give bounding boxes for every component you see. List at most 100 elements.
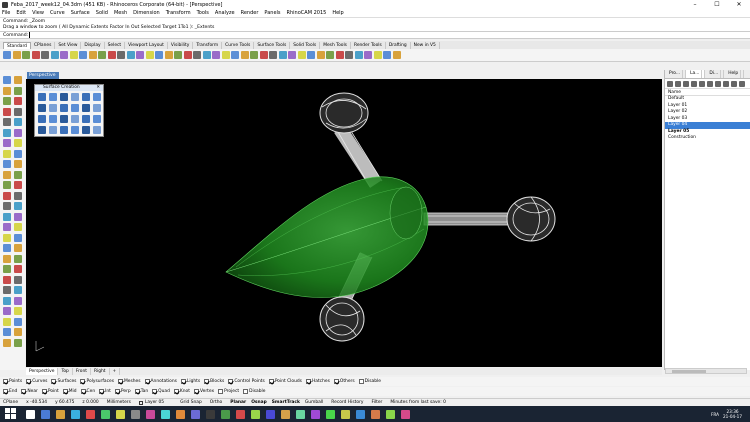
maximize-button[interactable]: ☐ [706, 0, 728, 9]
left-tool-icon[interactable] [3, 97, 11, 105]
left-tool-icon[interactable] [14, 149, 22, 158]
toolbar-tab[interactable]: Select [105, 42, 126, 49]
left-tool-icon[interactable] [14, 338, 22, 347]
checkbox-meshes[interactable]: Meshes [117, 379, 141, 384]
left-tool-icon[interactable] [3, 328, 11, 336]
checkbox-lights[interactable]: Lights [180, 379, 200, 384]
windows-start-icon[interactable] [5, 408, 17, 420]
left-tool-icon[interactable] [3, 191, 11, 200]
toolbar-button-icon[interactable] [316, 51, 325, 59]
left-tool-icon[interactable] [3, 139, 11, 147]
toolbar-button-icon[interactable] [50, 51, 59, 59]
move-down-icon[interactable] [699, 80, 705, 87]
viewport-title[interactable]: Perspective ▾ [27, 72, 59, 85]
checkbox-annotations[interactable]: Annotations [144, 379, 177, 384]
toolbar-button-icon[interactable] [250, 51, 258, 59]
checkbox-box[interactable] [99, 389, 105, 394]
toolbar-tab[interactable]: CPlanes [31, 42, 56, 49]
left-tool-icon[interactable] [14, 265, 22, 273]
taskbar-app-icon[interactable] [326, 409, 335, 419]
toolbar-button-icon[interactable] [221, 51, 230, 59]
left-tool-icon[interactable] [14, 328, 22, 336]
left-tool-icon[interactable] [3, 118, 11, 126]
taskbar-app-icon[interactable] [26, 409, 35, 419]
menu-item[interactable]: Mesh [114, 10, 127, 16]
toolbar-tab[interactable]: Render Tools [351, 42, 386, 49]
move-up-icon[interactable] [691, 80, 697, 87]
checkbox-box[interactable] [228, 379, 234, 384]
surface-tool-icon[interactable] [82, 93, 90, 101]
toolbar-button-icon[interactable] [98, 51, 106, 59]
filter-icon[interactable] [715, 80, 721, 87]
new-sublayer-icon[interactable] [675, 80, 681, 87]
left-tool-icon[interactable] [3, 149, 11, 158]
left-tool-icon[interactable] [3, 286, 11, 294]
ortho-pane[interactable]: Ortho [210, 400, 222, 405]
checkbox-box[interactable] [358, 379, 364, 384]
command-line[interactable]: Command: [0, 31, 750, 39]
toolbar-button-icon[interactable] [193, 51, 201, 59]
checkbox-box[interactable] [193, 389, 199, 394]
surface-tool-icon[interactable] [82, 126, 90, 134]
left-tool-icon[interactable] [3, 107, 11, 116]
osnap-pane[interactable]: Osnap [251, 400, 267, 405]
tab-perspective[interactable]: Perspective [26, 368, 59, 375]
toolbar-tab[interactable]: Curve Tools [222, 42, 255, 49]
minimize-button[interactable]: – [684, 0, 706, 9]
toolbar-button-icon[interactable] [117, 51, 125, 59]
checkbox-knot[interactable]: Knot [173, 389, 190, 394]
surface-tool-icon[interactable] [71, 126, 79, 134]
taskbar-app-icon[interactable] [206, 409, 215, 419]
toolbar-button-icon[interactable] [269, 51, 277, 59]
tools-icon[interactable] [723, 80, 729, 87]
taskbar-app-icon[interactable] [251, 409, 260, 419]
gear-icon[interactable] [739, 80, 745, 87]
left-tool-icon[interactable] [3, 170, 11, 179]
taskbar-app-icon[interactable] [116, 409, 125, 419]
left-tool-icon[interactable] [3, 128, 11, 137]
left-tool-icon[interactable] [14, 128, 22, 137]
checkbox-box[interactable] [268, 379, 274, 384]
taskbar-app-icon[interactable] [281, 409, 290, 419]
toolbar-tab[interactable]: Set View [55, 42, 82, 49]
toolbar-button-icon[interactable] [155, 51, 163, 59]
taskbar-app-icon[interactable] [176, 409, 185, 419]
toolbar-button-icon[interactable] [231, 51, 239, 59]
toolbar-button-icon[interactable] [126, 51, 135, 59]
checkbox-box[interactable] [180, 379, 186, 384]
taskbar-app-icon[interactable] [341, 409, 350, 419]
surface-tool-icon[interactable] [82, 115, 90, 123]
surface-tool-icon[interactable] [82, 104, 90, 112]
left-tool-icon[interactable] [3, 202, 11, 210]
left-tool-icon[interactable] [3, 212, 11, 221]
toolbar-button-icon[interactable] [354, 51, 363, 59]
taskbar-app-icon[interactable] [56, 409, 65, 419]
layers-scrollbar[interactable] [665, 368, 747, 374]
menu-item[interactable]: Analyze [215, 10, 235, 16]
toolbar-button-icon[interactable] [392, 51, 401, 59]
checkbox-box[interactable] [117, 379, 123, 384]
surface-tool-icon[interactable] [60, 115, 68, 123]
left-tool-icon[interactable] [14, 76, 22, 84]
taskbar-app-icon[interactable] [296, 409, 305, 419]
checkbox-box[interactable] [243, 389, 249, 394]
toolbar-button-icon[interactable] [183, 51, 192, 59]
toolbar-button-icon[interactable] [278, 51, 287, 59]
left-tool-icon[interactable] [14, 254, 22, 263]
layer-row[interactable]: Construction [665, 135, 750, 142]
checkbox-box[interactable] [173, 389, 179, 394]
toolbar-tab[interactable]: Drafting [386, 42, 411, 49]
taskbar-app-icon[interactable] [71, 409, 80, 419]
menu-item[interactable]: Solid [96, 10, 108, 16]
tab-help[interactable]: Help [724, 70, 745, 78]
checkbox-box[interactable] [114, 389, 120, 394]
help-icon[interactable] [731, 80, 737, 87]
left-tool-icon[interactable] [14, 191, 22, 200]
perspective-viewport[interactable] [26, 79, 662, 367]
taskbar-app-icon[interactable] [41, 409, 50, 419]
taskbar-app-icon[interactable] [371, 409, 380, 419]
surface-tool-icon[interactable] [49, 126, 57, 134]
checkbox-cen[interactable]: Cen [80, 389, 95, 394]
left-tool-icon[interactable] [14, 286, 22, 294]
left-tool-icon[interactable] [14, 307, 22, 315]
